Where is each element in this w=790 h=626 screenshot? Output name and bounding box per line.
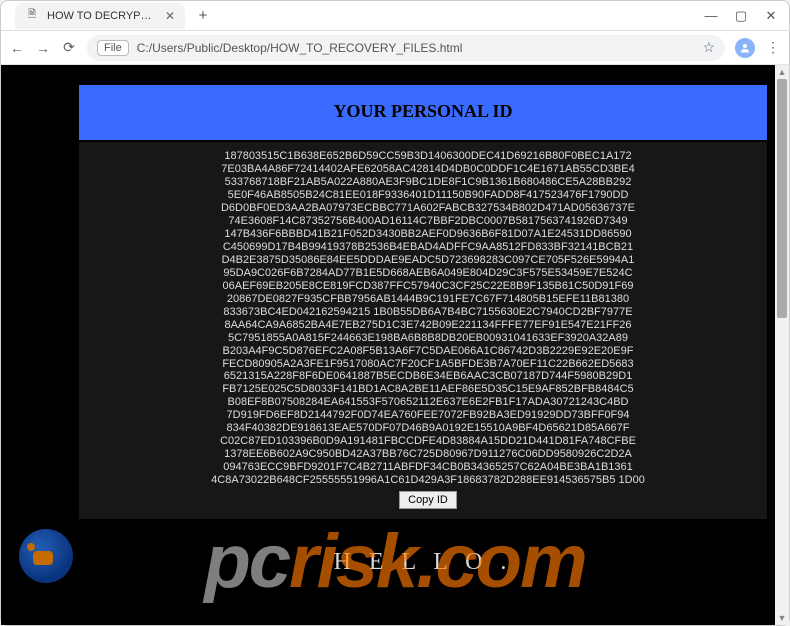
personal-id-text: 187803515C1B638E652B6D59CC59B3D1406300DE… xyxy=(129,150,727,487)
browser-tab[interactable]: 🗎 HOW TO DECRYPT YOUR FILES ✕ xyxy=(15,3,185,29)
url-text: C:/Users/Public/Desktop/HOW_TO_RECOVERY_… xyxy=(137,41,695,55)
scroll-thumb[interactable] xyxy=(777,79,787,318)
page-viewport: YOUR PERSONAL ID 187803515C1B638E652B6D5… xyxy=(1,65,789,625)
file-chip: File xyxy=(97,40,129,56)
menu-kebab-icon[interactable]: ⋮ xyxy=(765,40,781,56)
scroll-down-icon[interactable]: ▼ xyxy=(775,611,789,625)
vertical-scrollbar[interactable]: ▲ ▼ xyxy=(775,65,789,625)
profile-avatar[interactable] xyxy=(735,38,755,58)
copy-id-button[interactable]: Copy ID xyxy=(399,491,457,509)
reload-button[interactable]: ⟳ xyxy=(61,40,77,56)
tab-title: HOW TO DECRYPT YOUR FILES xyxy=(47,10,157,22)
bookmark-star-icon[interactable]: ☆ xyxy=(702,39,715,56)
hello-heading: H E L L O . xyxy=(71,549,775,576)
tab-strip: 🗎 HOW TO DECRYPT YOUR FILES ✕ + xyxy=(9,1,213,31)
omnibox[interactable]: File C:/Users/Public/Desktop/HOW_TO_RECO… xyxy=(87,35,725,61)
personal-id-panel: 187803515C1B638E652B6D59CC59B3D1406300DE… xyxy=(79,142,767,519)
maximize-button[interactable]: ▢ xyxy=(735,10,747,22)
page-favicon: 🗎 xyxy=(25,9,39,23)
new-tab-button[interactable]: + xyxy=(193,6,213,26)
address-bar: ← → ⟳ File C:/Users/Public/Desktop/HOW_T… xyxy=(1,31,789,65)
titlebar: 🗎 HOW TO DECRYPT YOUR FILES ✕ + — ▢ ✕ xyxy=(1,1,789,31)
personal-id-header: YOUR PERSONAL ID xyxy=(79,85,767,140)
scroll-track[interactable] xyxy=(775,79,789,611)
close-button[interactable]: ✕ xyxy=(765,10,777,22)
minimize-button[interactable]: — xyxy=(705,10,717,22)
page-content: YOUR PERSONAL ID 187803515C1B638E652B6D5… xyxy=(1,65,775,625)
scroll-up-icon[interactable]: ▲ xyxy=(775,65,789,79)
back-button[interactable]: ← xyxy=(9,40,25,56)
forward-button[interactable]: → xyxy=(35,40,51,56)
window-controls: — ▢ ✕ xyxy=(705,10,777,22)
browser-window: 🗎 HOW TO DECRYPT YOUR FILES ✕ + — ▢ ✕ ← … xyxy=(0,0,790,626)
tab-close-icon[interactable]: ✕ xyxy=(165,9,175,23)
